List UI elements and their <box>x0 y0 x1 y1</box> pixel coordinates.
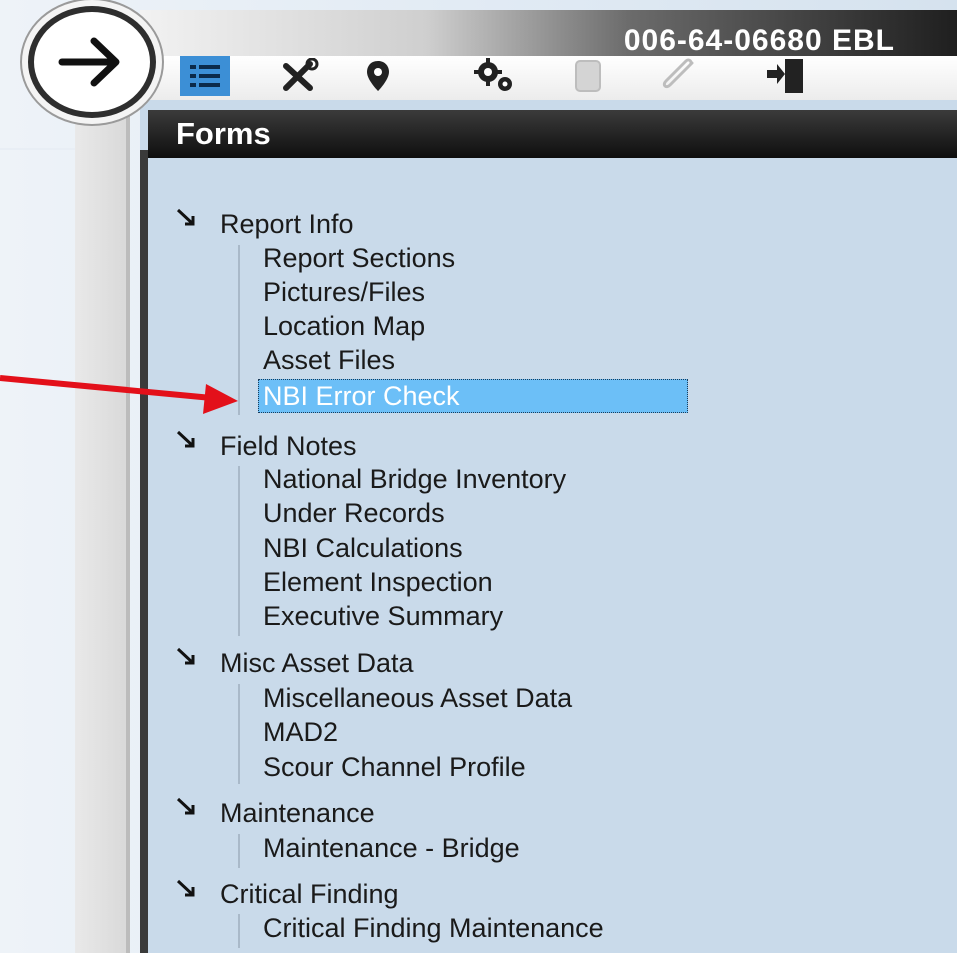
expand-arrow-icon[interactable] <box>175 878 197 900</box>
left-strip-edge <box>126 60 130 953</box>
tree-item-nbi-calculations[interactable]: NBI Calculations <box>263 532 463 564</box>
list-icon[interactable] <box>180 56 230 96</box>
title-bar: 006-64-06680 EBL <box>140 10 957 57</box>
expand-arrow-icon[interactable] <box>175 646 197 668</box>
tree-item-location-map[interactable]: Location Map <box>263 310 425 342</box>
arrow-right-icon <box>58 37 120 87</box>
asset-id: 006-64-06680 EBL <box>623 24 895 57</box>
tree-guide <box>238 466 240 636</box>
tree-item-under-records[interactable]: Under Records <box>263 497 445 529</box>
location-pin-icon[interactable] <box>360 56 396 96</box>
divider <box>0 148 75 150</box>
navigate-forward-button[interactable] <box>28 6 156 118</box>
tree-guide <box>238 834 240 868</box>
tree-item-miscellaneous-asset-data[interactable]: Miscellaneous Asset Data <box>263 682 572 714</box>
tree-item-pictures-files[interactable]: Pictures/Files <box>263 276 425 308</box>
tree-group-critical-finding[interactable]: Critical Finding <box>220 878 399 910</box>
tree-item-element-inspection[interactable]: Element Inspection <box>263 566 493 598</box>
tree-item-executive-summary[interactable]: Executive Summary <box>263 600 503 632</box>
tree-guide <box>238 245 240 415</box>
tree-item-nbi-error-check[interactable]: NBI Error Check <box>258 379 688 413</box>
gears-icon[interactable] <box>470 56 520 96</box>
expand-arrow-icon[interactable] <box>175 207 197 229</box>
tree-group-report-info[interactable]: Report Info <box>220 208 354 240</box>
expand-arrow-icon[interactable] <box>175 429 197 451</box>
panel-border <box>140 150 148 953</box>
tree-item-maintenance-bridge[interactable]: Maintenance - Bridge <box>263 832 520 864</box>
tree-item-report-sections[interactable]: Report Sections <box>263 242 455 274</box>
exit-icon[interactable] <box>760 56 810 96</box>
tree-item-scour-channel-profile[interactable]: Scour Channel Profile <box>263 751 526 783</box>
tree-guide <box>238 914 240 948</box>
left-strip <box>75 60 127 953</box>
expand-arrow-icon[interactable] <box>175 796 197 818</box>
toolbar <box>140 56 957 100</box>
panel-title: Forms <box>176 116 271 151</box>
paperclip-icon[interactable] <box>655 56 705 96</box>
tools-icon[interactable] <box>275 56 325 96</box>
tree-group-misc-asset-data[interactable]: Misc Asset Data <box>220 647 414 679</box>
tree-guide <box>238 684 240 784</box>
tree-group-field-notes[interactable]: Field Notes <box>220 430 357 462</box>
tree-group-maintenance[interactable]: Maintenance <box>220 797 375 829</box>
tree-item-critical-finding-maintenance[interactable]: Critical Finding Maintenance <box>263 912 604 944</box>
forms-header: Forms <box>148 110 957 158</box>
document-icon[interactable] <box>568 56 608 96</box>
tree-item-national-bridge-inventory[interactable]: National Bridge Inventory <box>263 463 566 495</box>
tree-item-mad2[interactable]: MAD2 <box>263 716 338 748</box>
tree-item-asset-files[interactable]: Asset Files <box>263 344 395 376</box>
